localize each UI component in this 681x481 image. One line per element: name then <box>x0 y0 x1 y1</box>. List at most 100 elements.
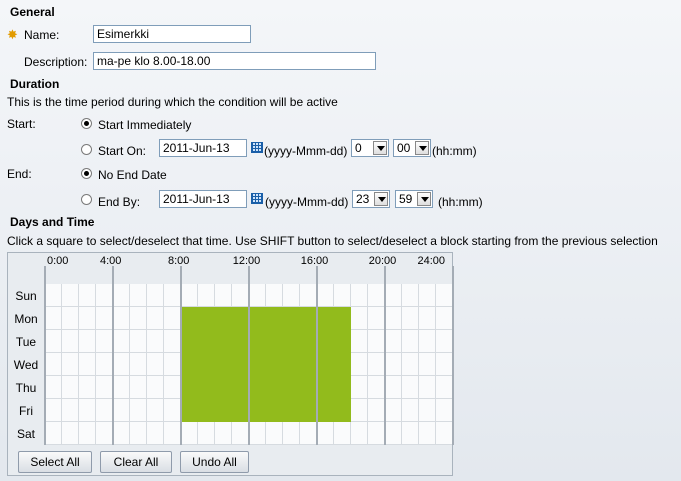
time-cell[interactable] <box>385 353 402 376</box>
time-cell[interactable] <box>436 399 453 422</box>
time-cell[interactable] <box>215 284 232 307</box>
clear-all-button[interactable]: Clear All <box>100 451 172 473</box>
time-cell[interactable] <box>96 376 113 399</box>
time-cell[interactable] <box>113 422 130 445</box>
time-cell[interactable] <box>215 330 232 353</box>
time-cell[interactable] <box>266 307 283 330</box>
time-cell[interactable] <box>436 307 453 330</box>
time-cell[interactable] <box>232 330 249 353</box>
time-cell[interactable] <box>419 307 436 330</box>
time-cell[interactable] <box>283 330 300 353</box>
time-cell[interactable] <box>317 284 334 307</box>
time-cell[interactable] <box>45 307 62 330</box>
time-cell[interactable] <box>198 330 215 353</box>
time-cell[interactable] <box>402 330 419 353</box>
time-cell[interactable] <box>419 376 436 399</box>
time-cell[interactable] <box>334 376 351 399</box>
time-cell[interactable] <box>249 376 266 399</box>
time-cell[interactable] <box>334 284 351 307</box>
time-cell[interactable] <box>164 422 181 445</box>
time-cell[interactable] <box>198 399 215 422</box>
time-cell[interactable] <box>198 376 215 399</box>
time-cell[interactable] <box>181 330 198 353</box>
time-cell[interactable] <box>351 353 368 376</box>
time-cell[interactable] <box>79 376 96 399</box>
time-cell[interactable] <box>368 376 385 399</box>
time-cell[interactable] <box>79 399 96 422</box>
time-cell[interactable] <box>62 284 79 307</box>
start-immediately-label[interactable]: Start Immediately <box>98 118 191 132</box>
start-immediately-radio[interactable] <box>81 118 92 129</box>
time-cell[interactable] <box>368 399 385 422</box>
time-cell[interactable] <box>113 353 130 376</box>
time-cell[interactable] <box>385 399 402 422</box>
end-by-label[interactable]: End By: <box>98 195 140 209</box>
time-cell[interactable] <box>334 422 351 445</box>
time-cell[interactable] <box>385 330 402 353</box>
time-cell[interactable] <box>181 353 198 376</box>
time-cell[interactable] <box>266 330 283 353</box>
time-cell[interactable] <box>402 399 419 422</box>
time-cell[interactable] <box>181 307 198 330</box>
time-cell[interactable] <box>419 284 436 307</box>
time-cell[interactable] <box>436 284 453 307</box>
time-cell[interactable] <box>113 399 130 422</box>
time-cell[interactable] <box>300 376 317 399</box>
time-cell[interactable] <box>266 284 283 307</box>
time-cell[interactable] <box>215 376 232 399</box>
time-cell[interactable] <box>147 399 164 422</box>
time-cell[interactable] <box>130 307 147 330</box>
time-cell[interactable] <box>45 376 62 399</box>
time-cell[interactable] <box>402 307 419 330</box>
time-cell[interactable] <box>317 399 334 422</box>
time-cell[interactable] <box>181 422 198 445</box>
time-cell[interactable] <box>300 307 317 330</box>
time-cell[interactable] <box>351 330 368 353</box>
time-cell[interactable] <box>62 376 79 399</box>
time-cell[interactable] <box>249 399 266 422</box>
time-cell[interactable] <box>164 307 181 330</box>
time-cell[interactable] <box>368 284 385 307</box>
time-cell[interactable] <box>215 353 232 376</box>
time-cell[interactable] <box>130 399 147 422</box>
time-cell[interactable] <box>198 353 215 376</box>
time-cell[interactable] <box>368 353 385 376</box>
time-cell[interactable] <box>419 422 436 445</box>
time-cell[interactable] <box>385 284 402 307</box>
time-cell[interactable] <box>249 330 266 353</box>
time-cell[interactable] <box>198 307 215 330</box>
time-cell[interactable] <box>385 307 402 330</box>
time-cell[interactable] <box>283 422 300 445</box>
time-cell[interactable] <box>147 353 164 376</box>
time-cell[interactable] <box>317 307 334 330</box>
end-hour-select[interactable]: 23 <box>352 190 390 208</box>
time-cell[interactable] <box>96 399 113 422</box>
select-all-button[interactable]: Select All <box>18 451 92 473</box>
time-cell[interactable] <box>317 376 334 399</box>
time-cell[interactable] <box>147 376 164 399</box>
start-date-input[interactable]: 2011-Jun-13 <box>159 139 247 157</box>
time-cell[interactable] <box>164 399 181 422</box>
time-cell[interactable] <box>419 353 436 376</box>
time-cell[interactable] <box>300 284 317 307</box>
time-cell[interactable] <box>181 284 198 307</box>
time-cell[interactable] <box>198 284 215 307</box>
time-cell[interactable] <box>215 399 232 422</box>
time-cell[interactable] <box>368 330 385 353</box>
time-cell[interactable] <box>215 422 232 445</box>
time-cell[interactable] <box>351 376 368 399</box>
time-cell[interactable] <box>283 353 300 376</box>
time-cell[interactable] <box>62 399 79 422</box>
time-cell[interactable] <box>436 330 453 353</box>
time-cell[interactable] <box>79 422 96 445</box>
time-cell[interactable] <box>436 376 453 399</box>
end-by-radio[interactable] <box>81 194 92 205</box>
time-cell[interactable] <box>96 422 113 445</box>
time-cell[interactable] <box>266 422 283 445</box>
time-cell[interactable] <box>96 353 113 376</box>
end-minute-select[interactable]: 59 <box>395 190 433 208</box>
time-cell[interactable] <box>351 422 368 445</box>
time-cell[interactable] <box>130 422 147 445</box>
time-cell[interactable] <box>249 307 266 330</box>
time-cell[interactable] <box>62 422 79 445</box>
